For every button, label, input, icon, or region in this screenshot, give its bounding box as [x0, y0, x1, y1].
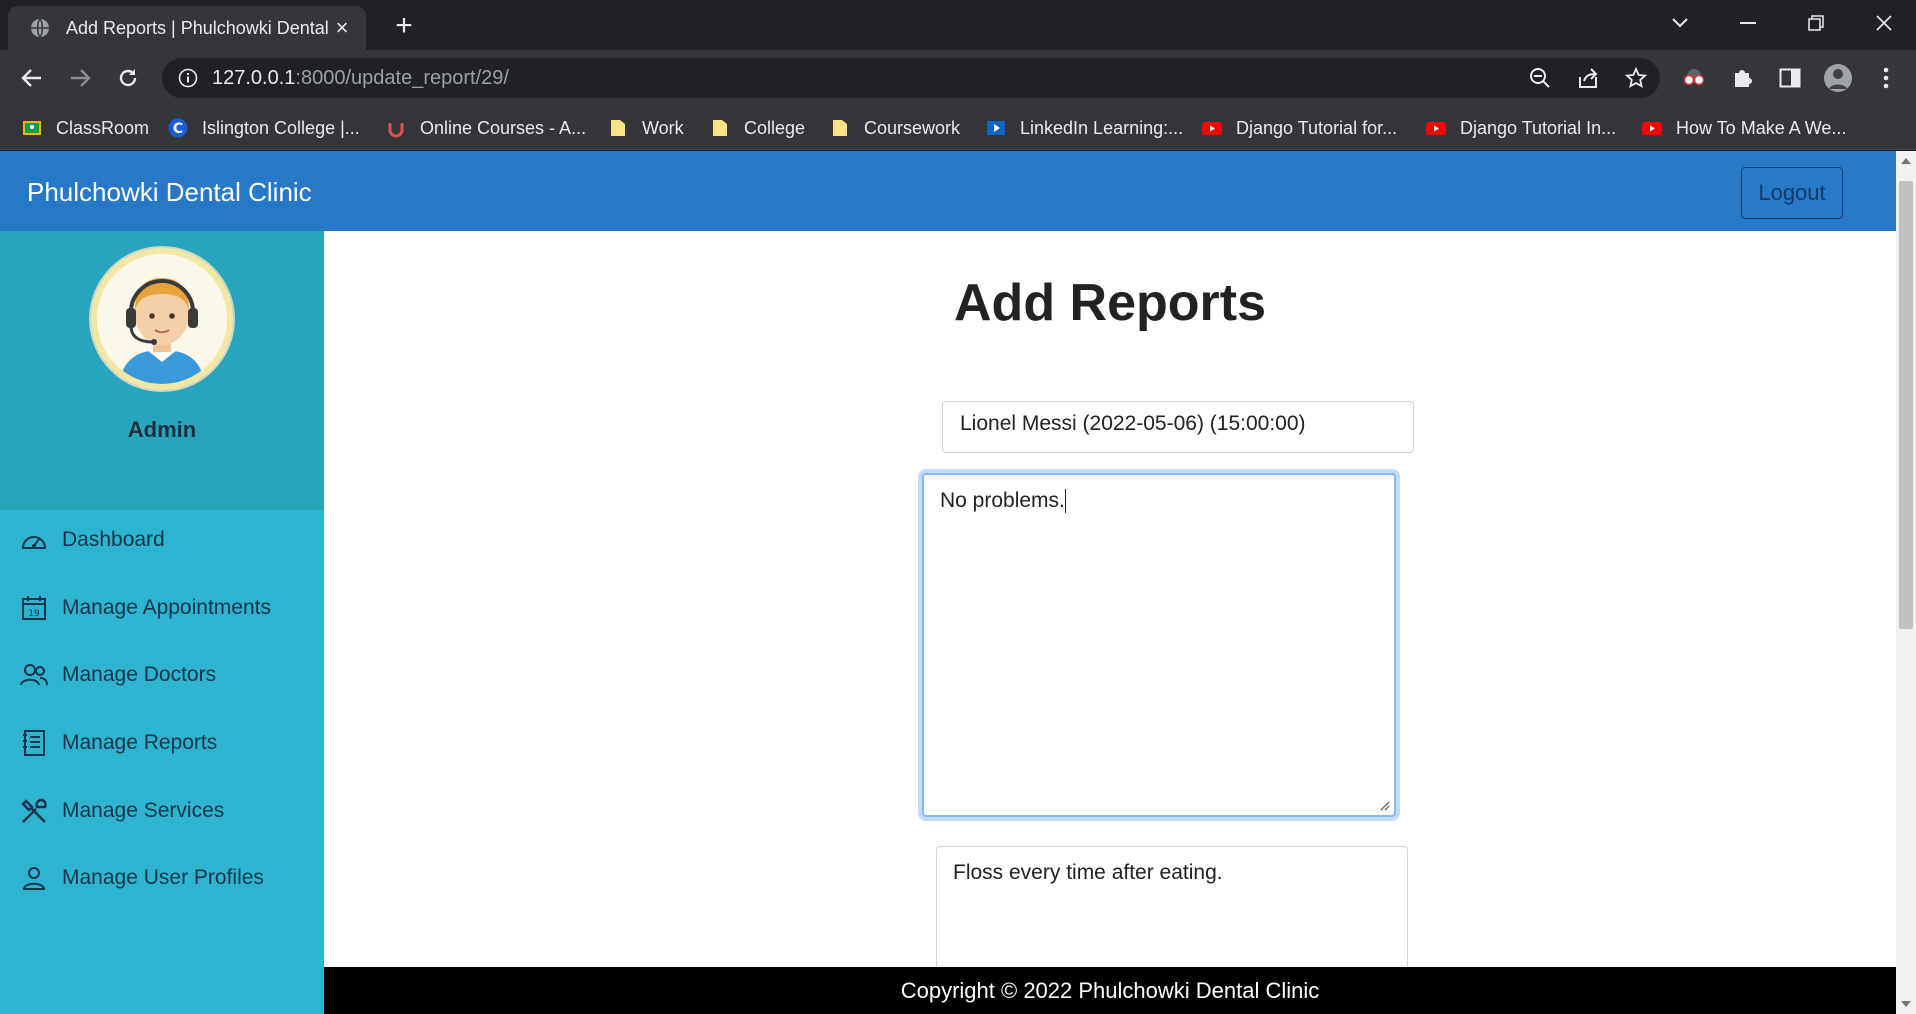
admin-name: Admin [127, 417, 197, 442]
college-icon: C [168, 118, 188, 138]
youtube-icon [1426, 122, 1446, 135]
extension-glasses-icon[interactable] [1678, 62, 1710, 94]
folder-icon [611, 120, 625, 136]
sidebar-item-label: Manage Reports [62, 731, 218, 754]
tab-close-icon[interactable]: × [330, 15, 354, 41]
restore-icon[interactable] [1788, 8, 1844, 38]
globe-icon [31, 18, 49, 38]
back-arrow-icon[interactable] [14, 60, 50, 96]
scroll-up-icon[interactable] [1896, 153, 1916, 169]
resize-handle-icon[interactable] [1378, 799, 1390, 811]
sidebar-item-services[interactable]: Manage Services [0, 781, 324, 841]
page-footer: Copyright © 2022 Phulchowki Dental Clini… [324, 967, 1896, 1014]
browser-tab-active[interactable]: Add Reports | Phulchowki Dental Clinic × [8, 6, 366, 50]
admin-avatar-icon [97, 254, 227, 384]
people-icon [20, 661, 48, 689]
folder-icon [833, 120, 847, 136]
new-tab-button[interactable]: + [388, 10, 420, 42]
avatar [91, 248, 233, 390]
tab-title: Add Reports | Phulchowki Dental Clinic [66, 17, 330, 38]
bookmarks-bar: ClassRoom C Islington College |... Onlin… [0, 106, 1916, 150]
tab-search-icon[interactable] [1652, 8, 1708, 38]
bookmark-item[interactable]: ClassRoom [22, 116, 149, 140]
linkedin-icon [987, 121, 1005, 135]
extensions-puzzle-icon[interactable] [1726, 62, 1758, 94]
sidebar-item-doctors[interactable]: Manage Doctors [0, 645, 324, 705]
logout-button[interactable]: Logout [1741, 167, 1843, 219]
scrollbar-thumb[interactable] [1899, 181, 1913, 629]
calendar-icon: 19 [20, 594, 48, 622]
sidebar-item-label: Manage Doctors [62, 663, 217, 686]
svg-text:C: C [173, 121, 183, 137]
youtube-icon [1202, 122, 1222, 135]
text-cursor [1064, 489, 1066, 514]
youtube-icon [1642, 122, 1662, 135]
scroll-down-icon[interactable] [1896, 996, 1916, 1012]
advice-textarea[interactable]: Floss every time after eating. [936, 846, 1408, 986]
classroom-icon [23, 121, 41, 135]
sidebar-item-dashboard[interactable]: Dashboard [0, 510, 324, 570]
site-info-icon[interactable] [178, 68, 198, 88]
bookmark-item[interactable]: Django Tutorial for... [1202, 116, 1397, 140]
bookmark-item[interactable]: College [710, 116, 805, 140]
side-panel-icon[interactable] [1774, 62, 1806, 94]
person-icon [20, 864, 48, 892]
browser-toolbar: 127.0.0.1:8000/update_report/29/ [0, 50, 1916, 106]
svg-text:19: 19 [28, 609, 40, 619]
page-scrollbar[interactable] [1896, 151, 1916, 1014]
navbar-brand[interactable]: Phulchowki Dental Clinic [27, 177, 312, 208]
bookmark-item[interactable]: Coursework [830, 116, 960, 140]
menu-kebab-icon[interactable] [1870, 62, 1902, 94]
zoom-icon[interactable] [1528, 66, 1552, 90]
bookmark-item[interactable]: Online Courses - A... [386, 116, 586, 140]
report-icon [20, 729, 48, 757]
minimize-icon[interactable] [1720, 8, 1776, 38]
sidebar: Admin Dashboard 19 Manage Appointments M… [0, 231, 324, 1014]
sidebar-item-label: Manage User Profiles [62, 866, 264, 889]
folder-icon [713, 120, 727, 136]
sidebar-item-label: Manage Services [62, 799, 225, 822]
udemy-icon [388, 123, 404, 138]
top-navbar: Phulchowki Dental Clinic Logout [0, 151, 1896, 231]
bookmark-star-icon[interactable] [1624, 66, 1648, 90]
share-icon[interactable] [1576, 66, 1600, 90]
sidebar-item-reports[interactable]: Manage Reports [0, 713, 324, 773]
sidebar-item-label: Manage Appointments [62, 596, 271, 619]
bookmark-item[interactable]: LinkedIn Learning:... [986, 116, 1183, 140]
dashboard-icon [20, 526, 48, 554]
bookmark-item[interactable]: C Islington College |... [168, 116, 360, 140]
sidebar-item-appointments[interactable]: 19 Manage Appointments [0, 578, 324, 638]
page-viewport: Phulchowki Dental Clinic Logout Admin Da… [0, 151, 1896, 1014]
tools-icon [20, 797, 48, 825]
problems-textarea[interactable]: No problems. [922, 473, 1396, 817]
browser-tabstrip: Add Reports | Phulchowki Dental Clinic ×… [0, 0, 1916, 50]
reload-icon[interactable] [110, 60, 146, 96]
sidebar-profile: Admin [0, 231, 324, 510]
page-title: Add Reports [954, 274, 1266, 332]
main-content: Add Reports Appointment: Lionel Messi (2… [324, 231, 1896, 986]
url-text: 127.0.0.1:8000/update_report/29/ [212, 66, 509, 89]
bookmark-item[interactable]: How To Make A We... [1642, 116, 1846, 140]
sidebar-item-label: Dashboard [62, 528, 165, 551]
address-bar[interactable]: 127.0.0.1:8000/update_report/29/ [162, 58, 1660, 98]
appointment-select[interactable]: Lionel Messi (2022-05-06) (15:00:00) [942, 401, 1414, 453]
profile-avatar-icon[interactable] [1822, 62, 1854, 94]
close-window-icon[interactable] [1856, 8, 1912, 38]
forward-arrow-icon[interactable] [62, 60, 98, 96]
bookmark-item[interactable]: Work [608, 116, 684, 140]
sidebar-item-user-profiles[interactable]: Manage User Profiles [0, 848, 324, 908]
bookmark-item[interactable]: Django Tutorial In... [1426, 116, 1616, 140]
